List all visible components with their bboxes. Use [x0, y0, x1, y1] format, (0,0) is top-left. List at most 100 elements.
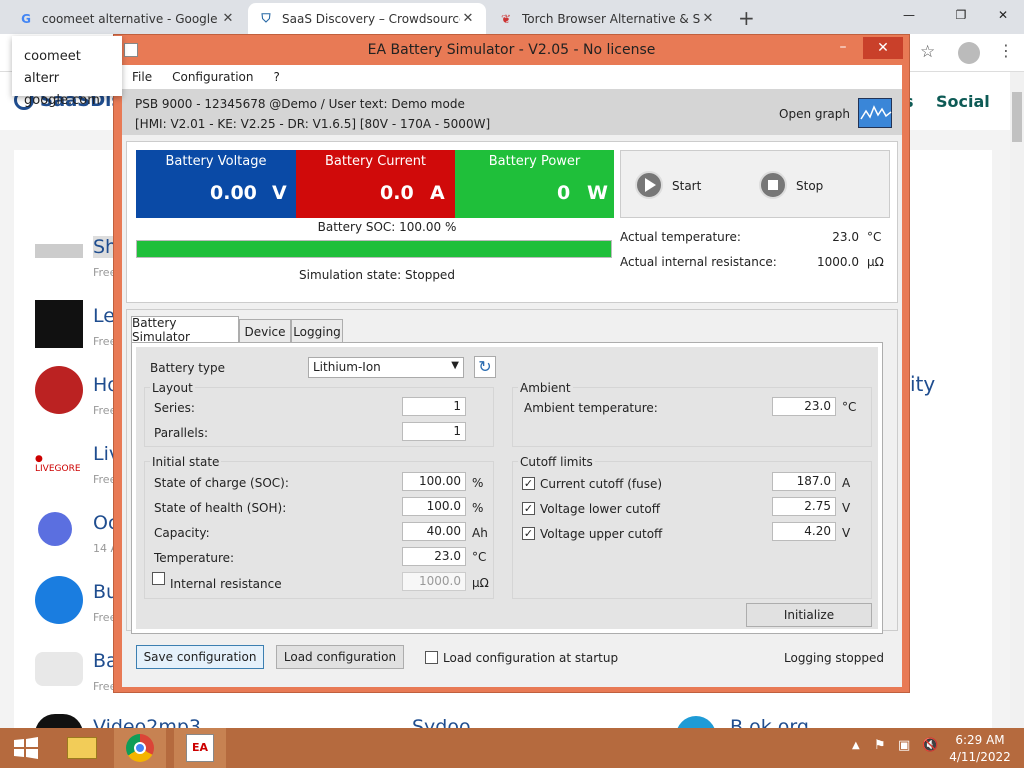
ea-battery-simulator-window: EA Battery Simulator - V2.05 - No licens…: [113, 34, 910, 693]
parallels-input[interactable]: 1: [402, 422, 466, 441]
item-logo-bazoocam: [35, 652, 83, 686]
item-logo-sh: [35, 244, 83, 258]
bottom-item[interactable]: B ok.org: [730, 716, 809, 728]
chrome-icon[interactable]: [114, 728, 166, 768]
menu-configuration[interactable]: Configuration: [162, 70, 263, 84]
file-explorer-icon[interactable]: [56, 728, 108, 768]
tab-device[interactable]: Device: [239, 319, 291, 343]
temperature-input[interactable]: 23.0: [402, 547, 466, 566]
actual-temp-value: 23.0: [832, 230, 859, 244]
voltage-tile: Battery Voltage 0.00 V: [136, 150, 296, 218]
menu-help[interactable]: ?: [263, 70, 289, 84]
current-cutoff-label[interactable]: Current cutoff (fuse): [540, 477, 662, 491]
close-icon[interactable]: ✕: [863, 37, 903, 59]
profile-avatar[interactable]: [958, 42, 980, 64]
restore-window-button[interactable]: ❐: [938, 0, 984, 30]
load-at-startup-checkbox[interactable]: [425, 651, 438, 664]
voltage-unit: V: [272, 182, 287, 204]
load-at-startup-label[interactable]: Load configuration at startup: [443, 651, 618, 665]
bookmark-star-icon[interactable]: ☆: [920, 42, 935, 62]
internal-resistance-label[interactable]: Internal resistance: [170, 577, 282, 591]
graph-icon[interactable]: [858, 98, 892, 128]
close-window-button[interactable]: ✕: [980, 0, 1024, 30]
ambient-temp-label: Ambient temperature:: [524, 401, 658, 415]
page-scrollbar-thumb[interactable]: [1012, 92, 1022, 142]
clock-time[interactable]: 6:29 AM: [942, 733, 1018, 747]
soh-input[interactable]: 100.0: [402, 497, 466, 516]
tab-title: coomeet alternative - Google Se: [42, 11, 220, 26]
ambient-temp-input[interactable]: 23.0: [772, 397, 836, 416]
close-tab-icon[interactable]: ✕: [460, 11, 476, 26]
voltage-upper-label[interactable]: Voltage upper cutoff: [540, 527, 662, 541]
menu-bar: File Configuration ?: [122, 65, 902, 89]
browser-tab-strip: G coomeet alternative - Google Se ✕ ⛉ Sa…: [0, 0, 1024, 34]
new-tab-button[interactable]: +: [738, 6, 755, 30]
initialize-button[interactable]: Initialize: [746, 603, 872, 627]
page-scrollbar[interactable]: [1010, 72, 1024, 728]
play-icon[interactable]: [635, 171, 663, 199]
tab-logging[interactable]: Logging: [291, 319, 343, 343]
close-tab-icon[interactable]: ✕: [220, 11, 236, 26]
right-fragment: ity: [910, 372, 936, 396]
browser-menu-icon[interactable]: ⋮: [998, 41, 1014, 60]
series-label: Series:: [154, 401, 195, 415]
tray-chevron-icon[interactable]: ▲: [852, 740, 860, 751]
soc-unit: %: [472, 476, 484, 490]
soh-label: State of health (SOH):: [154, 501, 287, 515]
battery-type-select[interactable]: Lithium-Ion ▼: [308, 357, 464, 378]
power-unit: W: [587, 182, 608, 204]
capacity-input[interactable]: 40.00: [402, 522, 466, 541]
series-input[interactable]: 1: [402, 397, 466, 416]
stop-button[interactable]: Stop: [796, 179, 823, 193]
version-line: [HMI: V2.01 - KE: V2.25 - DR: V1.6.5] [8…: [135, 117, 491, 131]
voltage-lower-label[interactable]: Voltage lower cutoff: [540, 502, 660, 516]
voltage-upper-input[interactable]: 4.20: [772, 522, 836, 541]
voltage-lower-input[interactable]: 2.75: [772, 497, 836, 516]
save-configuration-button[interactable]: Save configuration: [136, 645, 264, 669]
stop-square: [768, 180, 778, 190]
cutoff-title: Cutoff limits: [518, 455, 595, 469]
voltage-upper-checkbox[interactable]: ✓: [522, 527, 535, 540]
internal-resistance-checkbox[interactable]: [152, 572, 165, 585]
item-name[interactable]: Le: [93, 305, 115, 327]
tab-battery-simulator[interactable]: Battery Simulator: [131, 316, 239, 344]
network-icon[interactable]: ▣: [898, 738, 910, 753]
capacity-label: Capacity:: [154, 526, 210, 540]
voltage-lower-checkbox[interactable]: ✓: [522, 502, 535, 515]
refresh-icon[interactable]: ↻: [474, 356, 496, 378]
maximize-icon[interactable]: [834, 39, 856, 59]
action-center-flag-icon[interactable]: ⚑: [874, 738, 886, 753]
browser-tab-google[interactable]: G coomeet alternative - Google Se ✕: [8, 3, 246, 34]
bottom-item[interactable]: Video2mp3: [93, 716, 201, 728]
battery-type-label: Battery type: [150, 361, 226, 375]
windows-start-icon[interactable]: [0, 728, 52, 768]
actual-res-label: Actual internal resistance:: [620, 255, 777, 269]
voltage-label: Battery Voltage: [165, 154, 267, 169]
clock-date[interactable]: 4/11/2022: [942, 750, 1018, 764]
power-label: Battery Power: [488, 154, 581, 169]
minimize-window-button[interactable]: —: [886, 0, 932, 30]
current-cutoff-input[interactable]: 187.0: [772, 472, 836, 491]
close-tab-icon[interactable]: ✕: [700, 11, 716, 26]
nav-social[interactable]: Social: [936, 92, 990, 111]
current-cutoff-checkbox[interactable]: ✓: [522, 477, 535, 490]
ea-app-taskbar-icon[interactable]: EA: [174, 728, 226, 768]
load-configuration-button[interactable]: Load configuration: [276, 645, 404, 669]
open-graph-label[interactable]: Open graph: [779, 107, 850, 121]
current-cutoff-unit: A: [842, 476, 851, 490]
browser-tab-saas[interactable]: ⛉ SaaS Discovery – Crowdsourced ✕: [248, 3, 486, 34]
device-info-panel: PSB 9000 - 12345678 @Demo / User text: D…: [122, 89, 902, 135]
current-value: 0.0: [380, 182, 414, 204]
item-logo-livegore: ● LIVEGORE: [35, 454, 81, 474]
volume-muted-icon[interactable]: 🔇: [922, 738, 938, 753]
omnibox-suggestion[interactable]: coomeet alterr google.com: [12, 36, 122, 108]
soc-input[interactable]: 100.00: [402, 472, 466, 491]
stop-icon[interactable]: [759, 171, 787, 199]
start-button[interactable]: Start: [672, 179, 701, 193]
window-titlebar[interactable]: EA Battery Simulator - V2.05 - No licens…: [114, 35, 909, 65]
browser-tab-torch[interactable]: ❦ Torch Browser Alternative & Simi ✕: [488, 3, 726, 34]
bottom-item[interactable]: Sydoo: [412, 716, 471, 728]
soc-label: Battery SOC: 100.00 %: [317, 220, 457, 234]
logging-state: Logging stopped: [784, 651, 884, 665]
menu-file[interactable]: File: [122, 70, 162, 84]
